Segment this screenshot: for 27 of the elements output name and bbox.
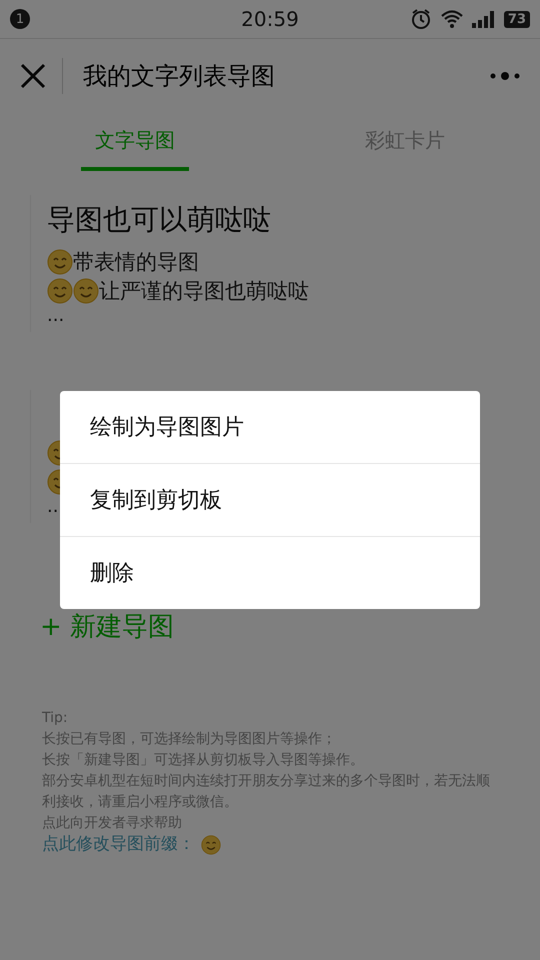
wifi-icon (440, 9, 464, 29)
ellipsis: ... (47, 305, 64, 326)
menu-item[interactable]: 绘制为导图图片 (60, 391, 480, 463)
smiley-icon (201, 834, 221, 854)
map-line: 让严谨的导图也萌哒哒 (99, 278, 309, 304)
close-icon[interactable] (20, 63, 46, 89)
tip-text: 部分安卓机型在短时间内连续打开朋友分享过来的多个导图时，若无法顺利接收，请重启小程序或微信。 (42, 772, 491, 812)
battery-level: 73 (504, 10, 530, 28)
alarm-icon (410, 8, 432, 30)
signal-icon (472, 10, 496, 28)
mind-map-card[interactable]: 导图也可以萌哒哒 带表情的导图 让严谨的导图也萌哒哒 ... (30, 195, 510, 332)
smiley-icon (47, 248, 73, 274)
map-line: 带表情的导图 (73, 248, 199, 276)
tip-text: 长按已有导图，可选择绘制为导图图片等操作； (42, 730, 337, 749)
notification-badge: 1 (10, 9, 30, 29)
menu-item[interactable]: 复制到剪切板 (60, 463, 480, 536)
more-icon[interactable] (490, 71, 520, 81)
tip-text: 点此向开发者寻求帮助 (42, 814, 183, 833)
map-title: 导图也可以萌哒哒 (47, 202, 271, 238)
menu-item[interactable]: 删除 (60, 536, 480, 609)
clock-time: 20:59 (241, 7, 299, 31)
page-title: 我的文字列表导图 (83, 61, 275, 92)
tip-heading: Tip: (42, 709, 69, 728)
smiley-icon (47, 278, 73, 304)
tip-text: 长按「新建导图」可选择从剪切板导入导图等操作。 (42, 751, 365, 770)
ellipsis: .. (47, 496, 58, 517)
smiley-icon (73, 278, 99, 304)
